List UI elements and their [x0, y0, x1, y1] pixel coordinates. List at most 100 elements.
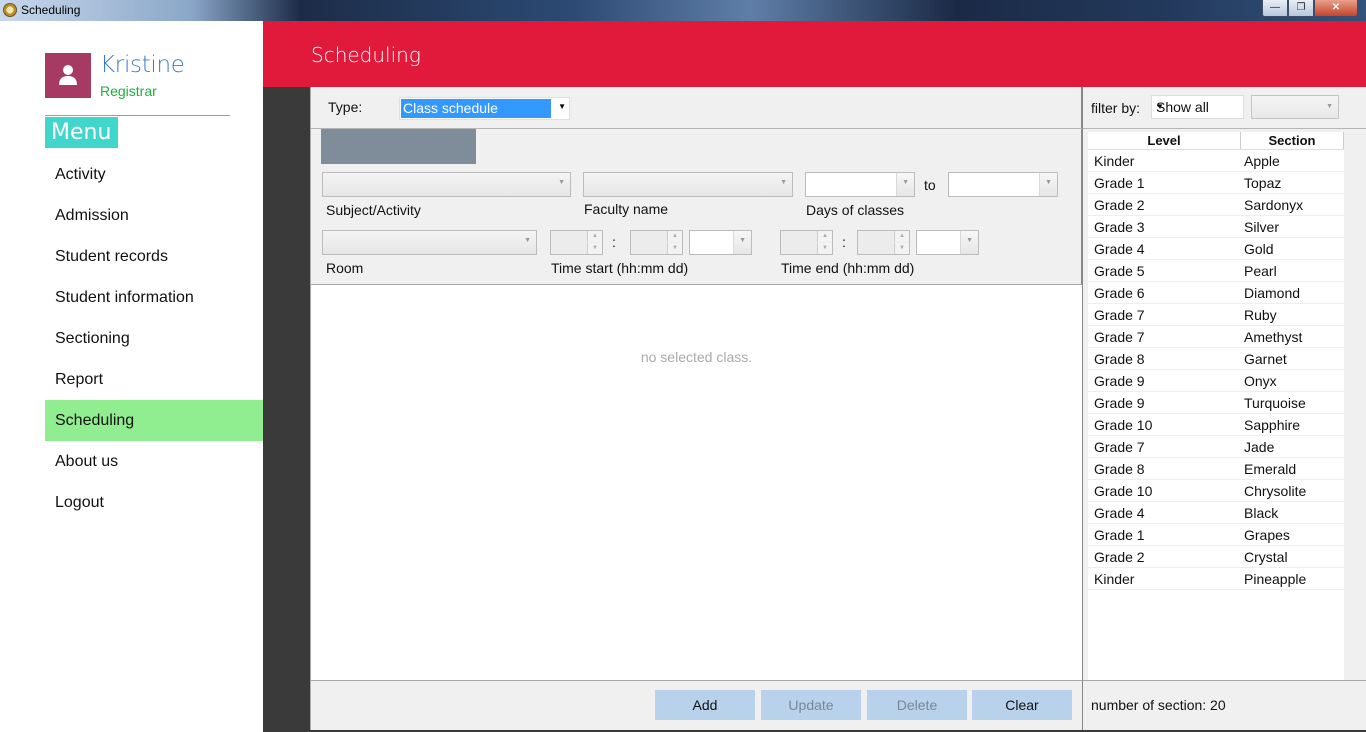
table-row[interactable]: Grade 7 Jade — [1088, 436, 1344, 458]
add-button[interactable]: Add — [655, 690, 755, 720]
sidebar-item-admission[interactable]: Admission — [45, 195, 263, 236]
table-row[interactable]: Grade 1 Grapes — [1088, 524, 1344, 546]
sidebar-item-about-us[interactable]: About us — [45, 441, 263, 482]
room-select[interactable]: ▼ — [322, 230, 537, 255]
empty-message: no selected class. — [640, 349, 753, 365]
sidebar-item-sectioning[interactable]: Sectioning — [45, 318, 263, 359]
section-cell: Pineapple — [1244, 571, 1307, 587]
chevron-down-icon: ▼ — [739, 237, 746, 244]
page-header: Scheduling — [263, 21, 1366, 87]
table-row[interactable]: Grade 1 Topaz — [1088, 172, 1344, 194]
minimize-button[interactable]: — — [1262, 0, 1288, 17]
level-cell: Grade 7 — [1094, 439, 1145, 455]
time-separator: : — [842, 234, 846, 250]
app-icon — [3, 3, 17, 17]
sidebar-menu: Activity Admission Student records Stude… — [45, 154, 263, 523]
table-row[interactable]: Kinder Apple — [1088, 150, 1344, 172]
column-header-section[interactable]: Section — [1241, 132, 1344, 149]
close-button[interactable]: ✕ — [1314, 0, 1358, 17]
type-select[interactable]: Class schedule ▼ — [399, 97, 570, 120]
level-cell: Grade 7 — [1094, 329, 1145, 345]
section-cell: Garnet — [1244, 351, 1287, 367]
action-bar: Add Update Delete Clear — [311, 680, 1082, 730]
table-row[interactable]: Grade 4 Black — [1088, 502, 1344, 524]
down-icon[interactable]: ▼ — [587, 243, 602, 254]
chevron-down-icon: ▼ — [558, 102, 566, 111]
table-row[interactable]: Grade 8 Emerald — [1088, 458, 1344, 480]
end-ampm-select[interactable]: ▼ — [916, 230, 979, 255]
end-minute-spinner[interactable]: ▲ ▼ — [857, 230, 910, 255]
sidebar-item-activity[interactable]: Activity — [45, 154, 263, 195]
column-header-level[interactable]: Level — [1088, 132, 1241, 149]
table-row[interactable]: Grade 6 Diamond — [1088, 282, 1344, 304]
table-row[interactable]: Grade 4 Gold — [1088, 238, 1344, 260]
level-cell: Grade 9 — [1094, 395, 1145, 411]
avatar — [45, 53, 91, 98]
section-cell: Diamond — [1244, 285, 1301, 301]
chevron-down-icon: ▼ — [558, 179, 565, 186]
table-row[interactable]: Grade 10 Chrysolite — [1088, 480, 1344, 502]
clear-button[interactable]: Clear — [972, 690, 1072, 720]
section-cell: Turquoise — [1244, 395, 1306, 411]
window-titlebar: Scheduling — ❐ ✕ — [0, 0, 1366, 21]
start-minute-spinner[interactable]: ▲ ▼ — [630, 230, 683, 255]
table-row[interactable]: Grade 7 Amethyst — [1088, 326, 1344, 348]
sidebar-item-report[interactable]: Report — [45, 359, 263, 400]
table-row[interactable]: Grade 3 Silver — [1088, 216, 1344, 238]
chevron-down-icon: ▼ — [1326, 103, 1333, 110]
level-cell: Grade 1 — [1094, 175, 1145, 191]
table-row[interactable]: Grade 2 Sardonyx — [1088, 194, 1344, 216]
table-row[interactable]: Grade 9 Onyx — [1088, 370, 1344, 392]
table-row[interactable]: Grade 9 Turquoise — [1088, 392, 1344, 414]
down-icon[interactable]: ▼ — [894, 243, 909, 254]
sections-footer: number of section: 20 — [1083, 680, 1366, 730]
end-hour-spinner[interactable]: ▲ ▼ — [780, 230, 833, 255]
section-cell: Crystal — [1244, 549, 1288, 565]
filter-select[interactable]: Show all ▼ — [1151, 95, 1244, 119]
chevron-down-icon: ▼ — [902, 179, 909, 186]
faculty-select[interactable]: ▼ — [583, 172, 793, 197]
delete-button[interactable]: Delete — [867, 690, 967, 720]
up-icon[interactable]: ▲ — [587, 231, 602, 242]
sidebar-item-scheduling[interactable]: Scheduling — [45, 400, 263, 441]
sidebar-item-student-information[interactable]: Student information — [45, 277, 263, 318]
up-icon[interactable]: ▲ — [894, 231, 909, 242]
days-to-select[interactable]: ▼ — [948, 172, 1058, 197]
table-row[interactable]: Grade 8 Garnet — [1088, 348, 1344, 370]
sidebar-item-student-records[interactable]: Student records — [45, 236, 263, 277]
up-icon[interactable]: ▲ — [817, 231, 832, 242]
down-icon[interactable]: ▼ — [817, 243, 832, 254]
type-bar: Type: Class schedule ▼ — [311, 87, 1082, 129]
level-cell: Grade 4 — [1094, 241, 1145, 257]
chevron-down-icon: ▼ — [780, 179, 787, 186]
table-row[interactable]: Grade 10 Sapphire — [1088, 414, 1344, 436]
update-button[interactable]: Update — [761, 690, 861, 720]
maximize-button[interactable]: ❐ — [1288, 0, 1314, 17]
level-cell: Grade 8 — [1094, 461, 1145, 477]
start-hour-spinner[interactable]: ▲ ▼ — [550, 230, 603, 255]
table-row[interactable]: Grade 7 Ruby — [1088, 304, 1344, 326]
level-cell: Grade 10 — [1094, 417, 1153, 433]
section-cell: Silver — [1244, 219, 1280, 235]
start-ampm-select[interactable]: ▼ — [689, 230, 752, 255]
level-cell: Grade 1 — [1094, 527, 1145, 543]
section-cell: Sardonyx — [1244, 197, 1304, 213]
level-cell: Kinder — [1094, 571, 1135, 587]
chevron-down-icon: ▼ — [524, 237, 531, 244]
section-cell: Chrysolite — [1244, 483, 1307, 499]
level-cell: Grade 2 — [1094, 197, 1145, 213]
level-cell: Kinder — [1094, 153, 1135, 169]
up-icon[interactable]: ▲ — [667, 231, 682, 242]
filter-secondary-select[interactable]: ▼ — [1251, 95, 1339, 119]
table-row[interactable]: Grade 2 Crystal — [1088, 546, 1344, 568]
filter-bar: filter by: Show all ▼ ▼ — [1083, 87, 1366, 129]
down-icon[interactable]: ▼ — [667, 243, 682, 254]
table-row[interactable]: Grade 5 Pearl — [1088, 260, 1344, 282]
sidebar-item-logout[interactable]: Logout — [45, 482, 263, 523]
section-count: number of section: 20 — [1091, 697, 1226, 713]
level-cell: Grade 2 — [1094, 549, 1145, 565]
subject-select[interactable]: ▼ — [322, 172, 571, 197]
days-from-select[interactable]: ▼ — [805, 172, 915, 197]
level-cell: Grade 9 — [1094, 373, 1145, 389]
table-row[interactable]: Kinder Pineapple — [1088, 568, 1344, 590]
